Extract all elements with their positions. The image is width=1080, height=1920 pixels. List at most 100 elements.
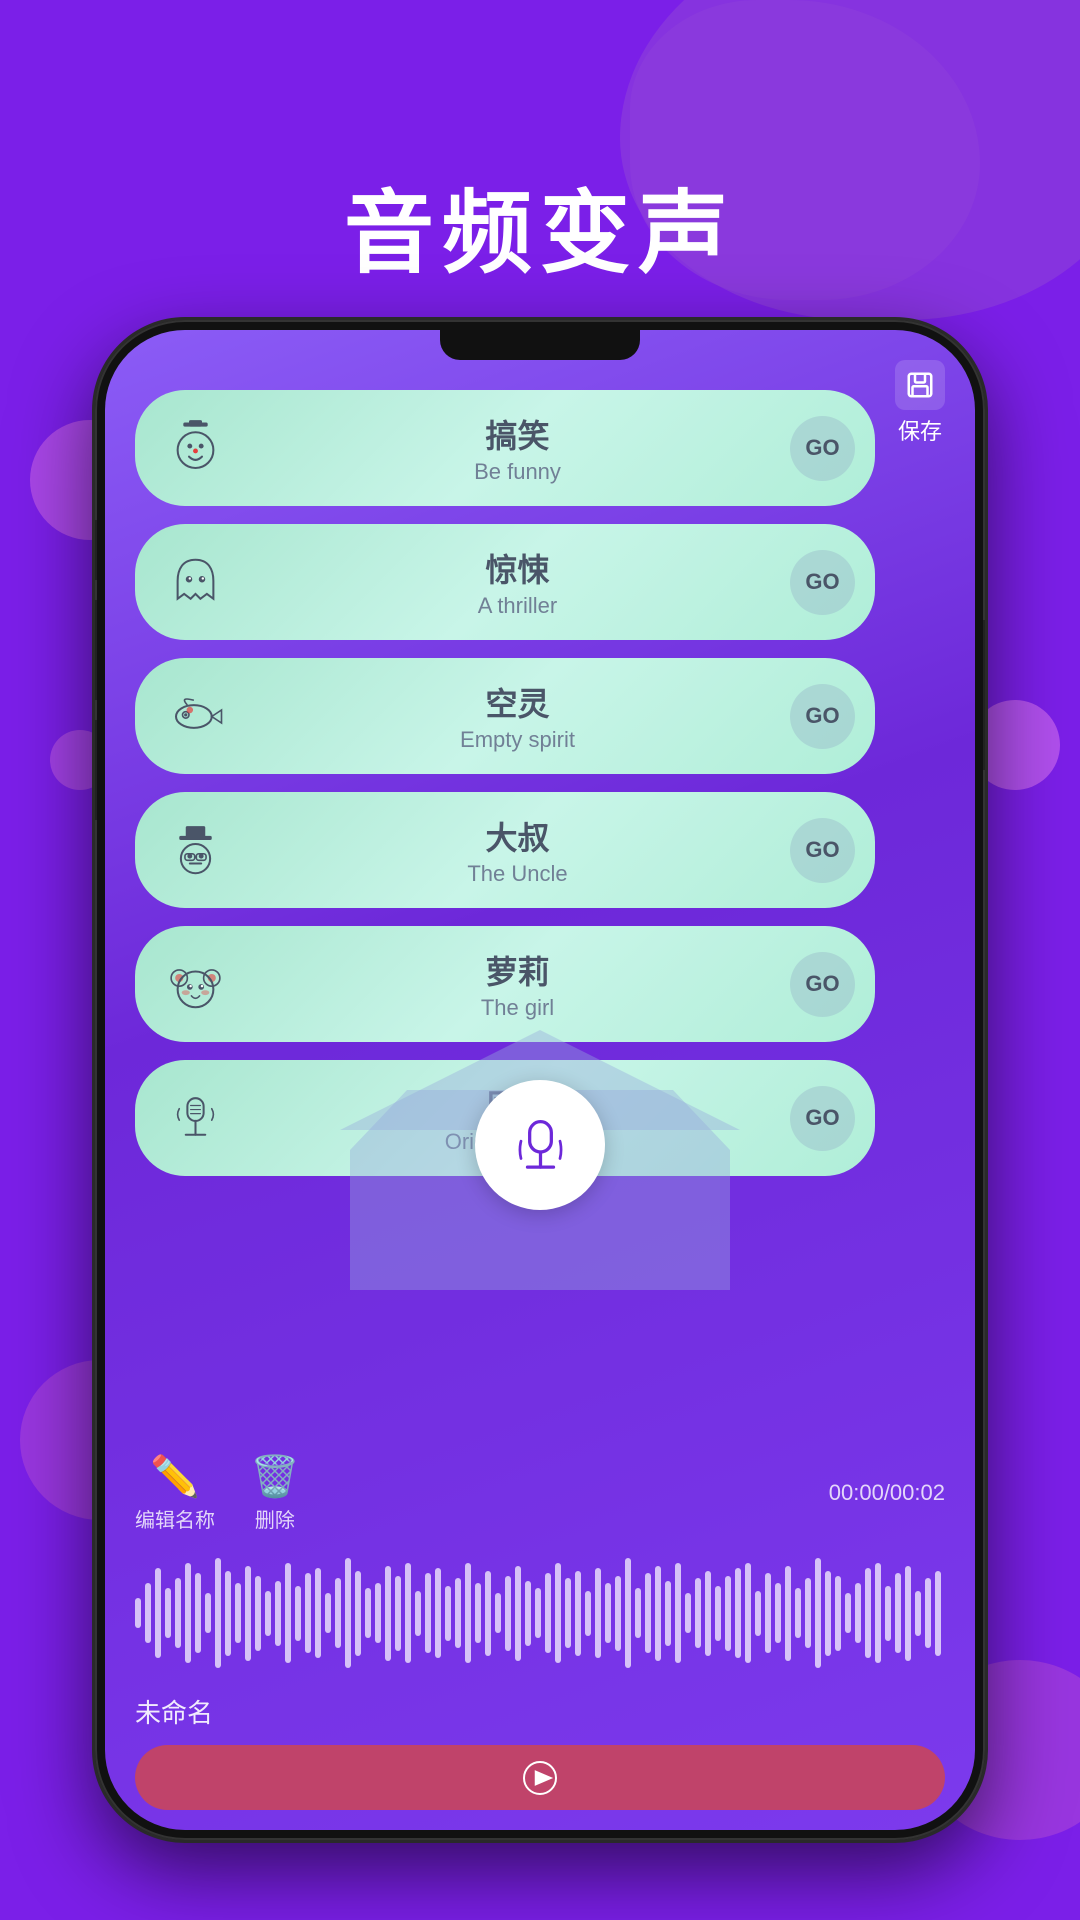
wave-bar-51 — [645, 1573, 651, 1653]
edit-icon: ✏️ — [150, 1453, 200, 1500]
be-funny-name-cn: 搞笑 — [245, 411, 790, 457]
time-display: 00:00/00:02 — [829, 1480, 945, 1506]
wave-bar-32 — [455, 1578, 461, 1648]
wave-bar-73 — [865, 1568, 871, 1658]
wave-bar-56 — [695, 1578, 701, 1648]
wave-bar-20 — [335, 1578, 341, 1648]
wave-bar-35 — [485, 1571, 491, 1656]
wave-bar-70 — [835, 1576, 841, 1651]
wave-bar-45 — [585, 1591, 591, 1636]
wave-bar-18 — [315, 1568, 321, 1658]
wave-bar-49 — [625, 1558, 631, 1668]
uncle-text: 大叔 The Uncle — [245, 813, 790, 887]
wave-bar-13 — [265, 1591, 271, 1636]
save-icon — [895, 360, 945, 410]
bottom-controls: ✏️ 编辑名称 🗑️ 删除 00:00/00:02 未命名 — [135, 1453, 945, 1810]
wave-bar-48 — [615, 1576, 621, 1651]
wave-bar-43 — [565, 1578, 571, 1648]
phone-notch — [440, 330, 640, 360]
effect-empty-spirit[interactable]: 空灵 Empty spirit GO — [135, 658, 875, 774]
phone-volume-down-btn — [95, 720, 97, 820]
wave-bar-30 — [435, 1568, 441, 1658]
wave-bar-0 — [135, 1598, 141, 1628]
wave-bar-1 — [145, 1583, 151, 1643]
empty-spirit-text: 空灵 Empty spirit — [245, 679, 790, 753]
wave-bar-10 — [235, 1583, 241, 1643]
wave-bar-74 — [875, 1563, 881, 1663]
edit-name-button[interactable]: ✏️ 编辑名称 — [135, 1453, 215, 1533]
delete-button[interactable]: 🗑️ 删除 — [250, 1453, 300, 1533]
wave-bar-58 — [715, 1586, 721, 1641]
be-funny-text: 搞笑 Be funny — [245, 411, 790, 485]
mic-button[interactable] — [475, 1080, 605, 1210]
phone-power-btn — [983, 620, 985, 770]
wave-bar-29 — [425, 1573, 431, 1653]
wave-bar-26 — [395, 1576, 401, 1651]
wave-bar-41 — [545, 1573, 551, 1653]
wave-bar-36 — [495, 1593, 501, 1633]
wave-bar-40 — [535, 1588, 541, 1638]
phone-volume-mute-btn — [95, 520, 97, 580]
wave-bar-22 — [355, 1571, 361, 1656]
be-funny-go-btn[interactable]: GO — [790, 416, 855, 481]
wave-bar-37 — [505, 1576, 511, 1651]
wave-bar-75 — [885, 1586, 891, 1641]
wave-bar-25 — [385, 1566, 391, 1661]
wave-bar-9 — [225, 1571, 231, 1656]
wave-bar-61 — [745, 1563, 751, 1663]
wave-bar-66 — [795, 1588, 801, 1638]
wave-bar-12 — [255, 1576, 261, 1651]
effect-uncle[interactable]: 大叔 The Uncle GO — [135, 792, 875, 908]
phone-volume-up-btn — [95, 600, 97, 700]
be-funny-icon — [155, 408, 235, 488]
empty-spirit-icon — [155, 676, 235, 756]
thriller-name-en: A thriller — [245, 593, 790, 619]
save-button[interactable]: 保存 — [895, 360, 945, 446]
mic-house — [330, 1040, 750, 1290]
wave-bar-55 — [685, 1593, 691, 1633]
wave-bar-53 — [665, 1581, 671, 1646]
wave-bar-14 — [275, 1581, 281, 1646]
wave-bar-44 — [575, 1571, 581, 1656]
wave-bar-80 — [935, 1571, 941, 1656]
wave-bar-67 — [805, 1578, 811, 1648]
wave-bar-6 — [195, 1573, 201, 1653]
wave-bar-78 — [915, 1591, 921, 1636]
uncle-icon — [155, 810, 235, 890]
delete-icon: 🗑️ — [250, 1453, 300, 1500]
effect-be-funny[interactable]: 搞笑 Be funny GO — [135, 390, 875, 506]
wave-bar-59 — [725, 1576, 731, 1651]
empty-spirit-name-cn: 空灵 — [245, 679, 790, 725]
wave-bar-76 — [895, 1573, 901, 1653]
wave-bar-60 — [735, 1568, 741, 1658]
thriller-go-btn[interactable]: GO — [790, 550, 855, 615]
effect-thriller[interactable]: 惊悚 A thriller GO — [135, 524, 875, 640]
wave-bar-28 — [415, 1591, 421, 1636]
waveform — [135, 1553, 945, 1673]
wave-bar-54 — [675, 1563, 681, 1663]
empty-spirit-go-btn[interactable]: GO — [790, 684, 855, 749]
uncle-go-btn[interactable]: GO — [790, 818, 855, 883]
wave-bar-16 — [295, 1586, 301, 1641]
wave-bar-79 — [925, 1578, 931, 1648]
play-icon — [522, 1760, 558, 1796]
wave-bar-42 — [555, 1563, 561, 1663]
girl-go-btn[interactable]: GO — [790, 952, 855, 1017]
phone-screen: 保存 — [105, 330, 975, 1830]
mic-section — [105, 1010, 975, 1290]
wave-bar-47 — [605, 1583, 611, 1643]
wave-bar-64 — [775, 1583, 781, 1643]
empty-spirit-name-en: Empty spirit — [245, 727, 790, 753]
be-funny-name-en: Be funny — [245, 459, 790, 485]
page-title: 音频变声 — [0, 160, 1080, 290]
play-button[interactable] — [135, 1745, 945, 1810]
delete-label: 删除 — [255, 1504, 295, 1533]
wave-bar-39 — [525, 1581, 531, 1646]
thriller-text: 惊悚 A thriller — [245, 545, 790, 619]
wave-bar-46 — [595, 1568, 601, 1658]
wave-bar-19 — [325, 1593, 331, 1633]
wave-bar-72 — [855, 1583, 861, 1643]
wave-bar-50 — [635, 1588, 641, 1638]
wave-bar-3 — [165, 1588, 171, 1638]
wave-bar-77 — [905, 1566, 911, 1661]
